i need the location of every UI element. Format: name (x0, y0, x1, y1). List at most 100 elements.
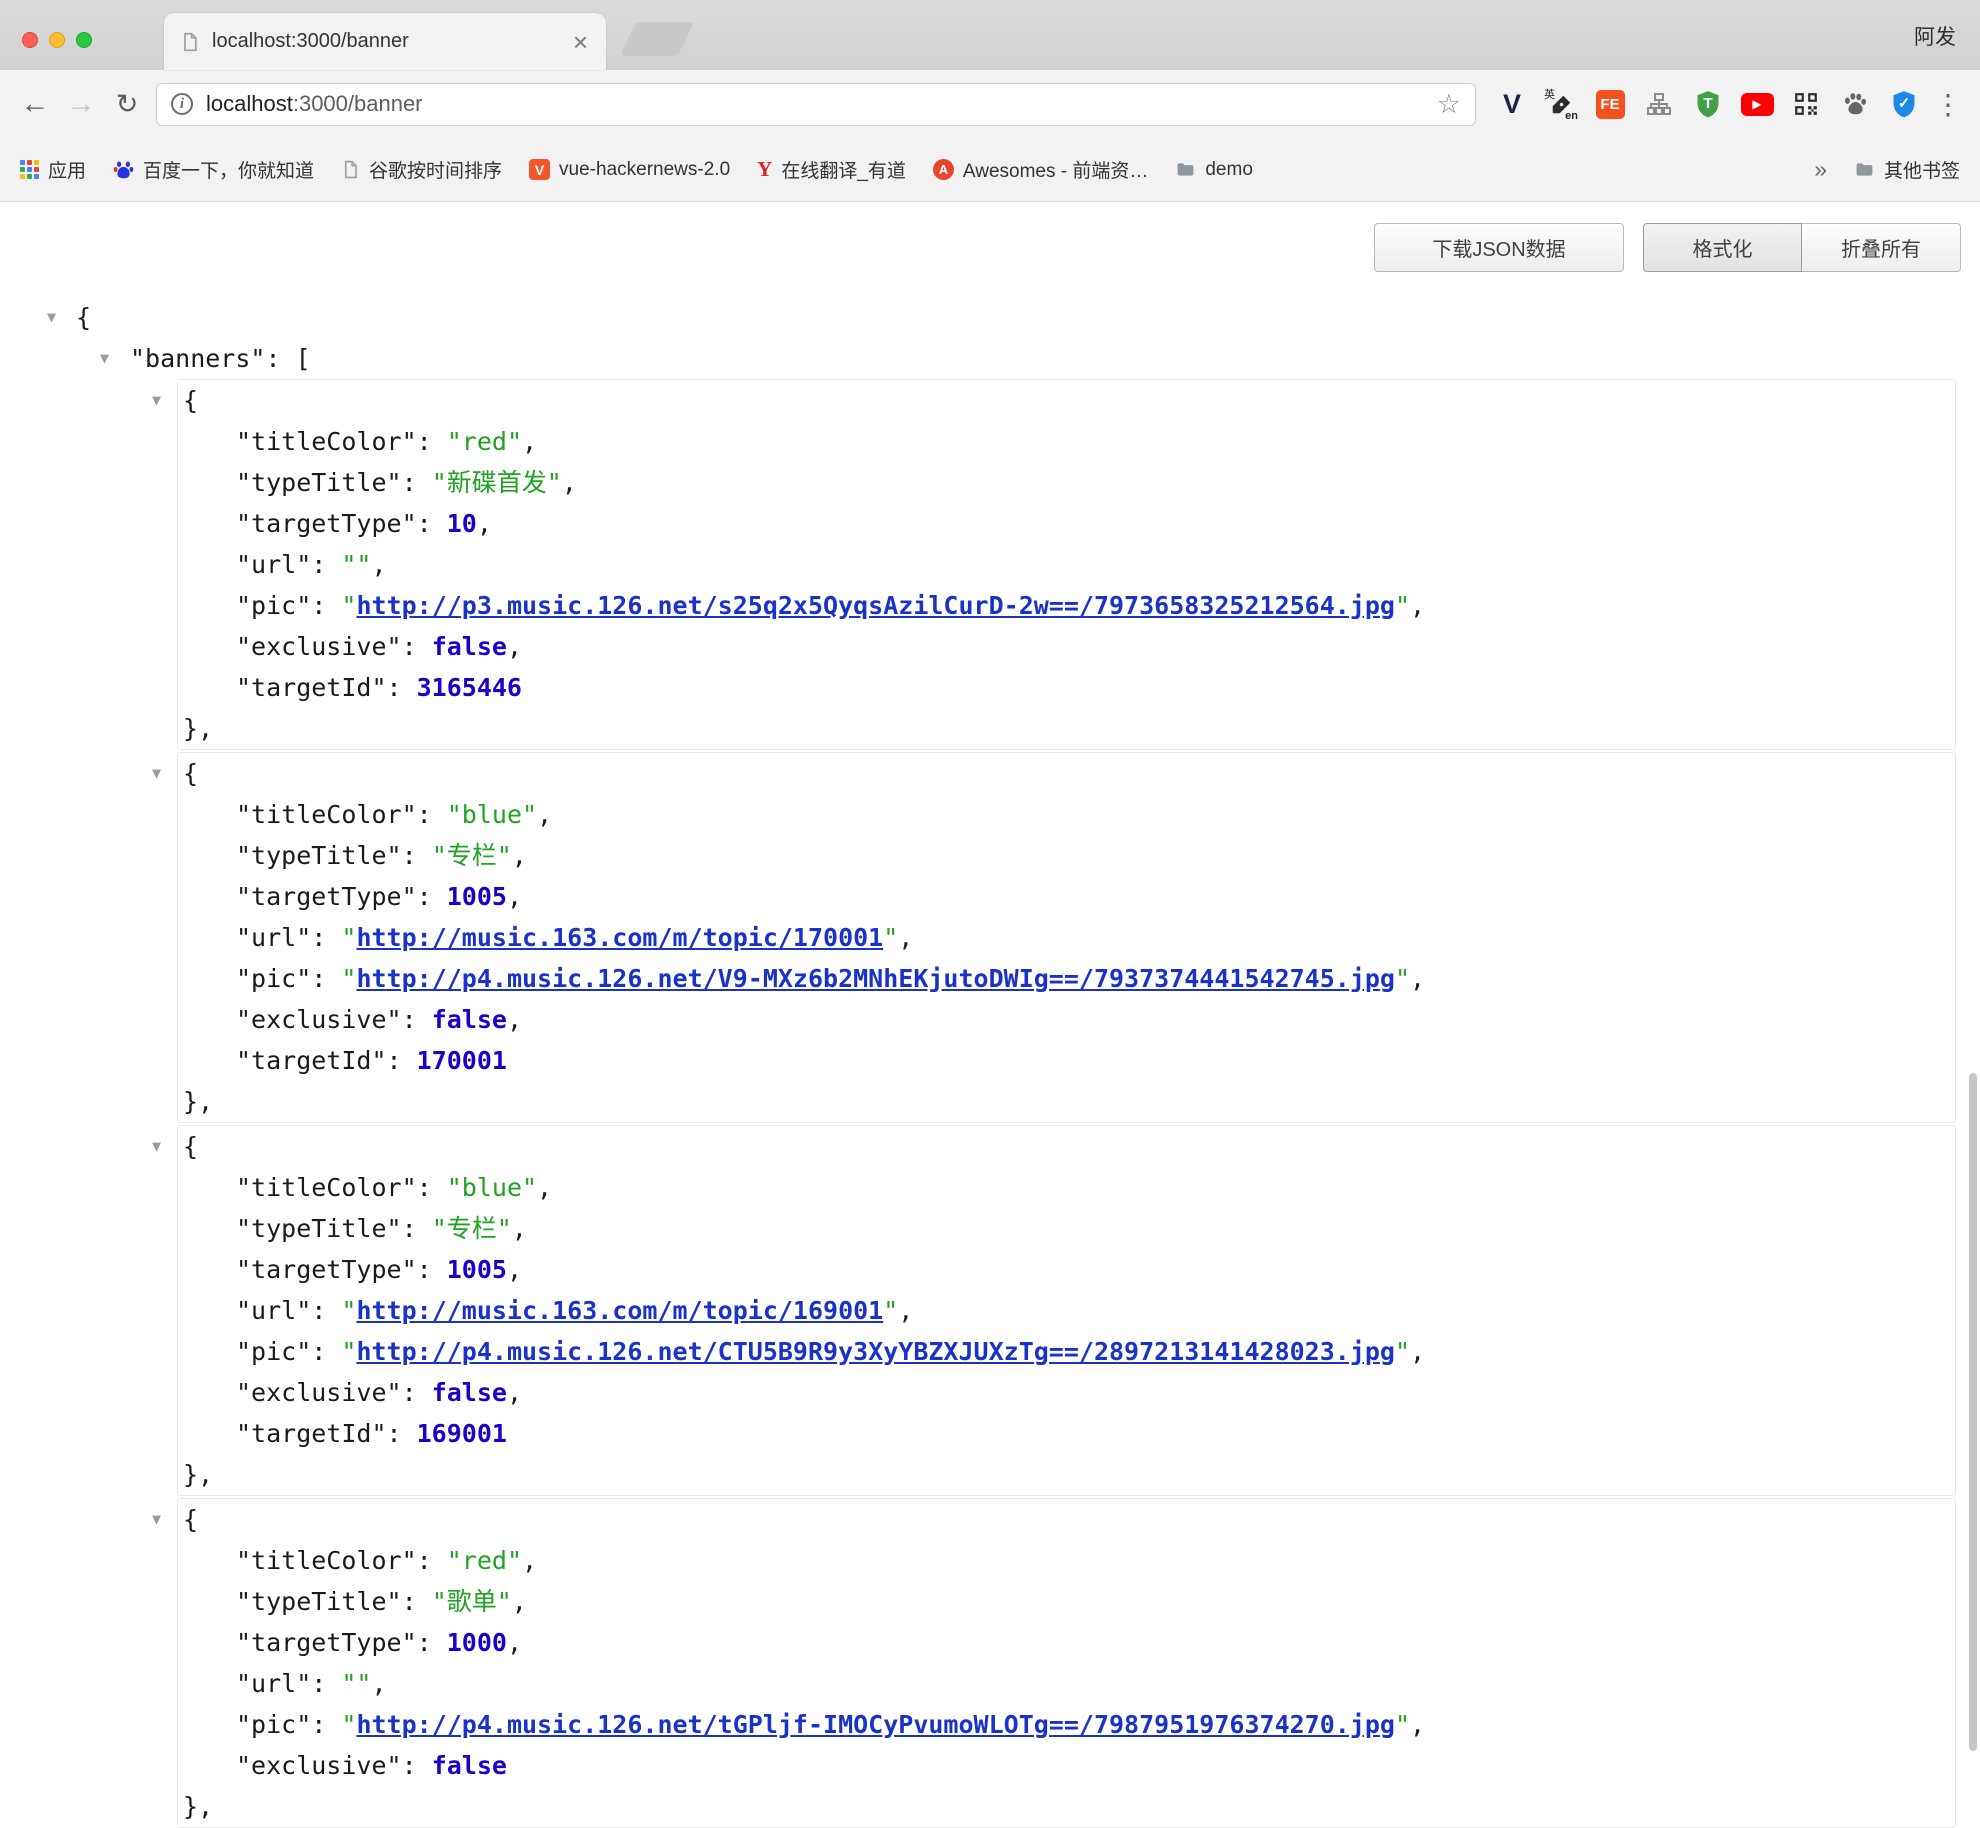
vimium-extension-icon[interactable]: V (1494, 86, 1530, 122)
paw-extension-icon[interactable] (1837, 86, 1873, 122)
json-token: false (432, 1378, 507, 1407)
bookmarks-overflow-icon[interactable]: » (1814, 156, 1827, 183)
json-line: "pic": "http://p4.music.126.net/tGPljf-I… (178, 1704, 1955, 1745)
json-token: { (183, 1132, 198, 1161)
json-token: : (417, 509, 447, 538)
fe-extension-icon[interactable]: FE (1592, 86, 1628, 122)
youtube-icon: ▶ (1741, 93, 1774, 116)
json-token: : (417, 882, 447, 911)
json-token: " (883, 1296, 898, 1325)
bookmark-demo-folder[interactable]: demo (1175, 159, 1253, 181)
json-token: : (311, 1337, 341, 1366)
collapse-triangle-icon[interactable]: ▼ (152, 1126, 161, 1167)
bookmark-baidu[interactable]: 百度一下，你就知道 (113, 156, 314, 183)
json-token: 1005 (447, 1255, 507, 1284)
browser-tab[interactable]: localhost:3000/banner × (164, 13, 606, 70)
collapse-triangle-icon[interactable]: ▼ (152, 380, 161, 421)
json-url-link[interactable]: http://p4.music.126.net/tGPljf-IMOCyPvum… (356, 1710, 1395, 1739)
json-line: "url": "", (178, 1663, 1955, 1704)
play-icon: ▶ (1752, 98, 1761, 110)
json-token: "url" (236, 923, 311, 952)
json-line: "targetType": 1005, (178, 1249, 1955, 1290)
other-bookmarks-label: 其他书签 (1884, 156, 1960, 183)
json-line: ▼{ (0, 297, 1980, 338)
json-url-link[interactable]: http://music.163.com/m/topic/170001 (356, 923, 883, 952)
json-token: { (183, 386, 198, 415)
url-text[interactable]: localhost:3000/banner (206, 91, 1437, 117)
translate-extension-icon[interactable]: 英 en (1543, 86, 1579, 122)
json-line: ▼{ (178, 1499, 1955, 1540)
bookmark-star-icon[interactable]: ☆ (1437, 91, 1461, 118)
trafficlight-extension-icon[interactable]: T (1690, 86, 1726, 122)
back-button[interactable]: ← (12, 90, 58, 119)
bookmark-awesomes[interactable]: A Awesomes - 前端资… (933, 156, 1148, 183)
json-line: "typeTitle": "新碟首发", (178, 462, 1955, 503)
tab-close-icon[interactable]: × (571, 29, 590, 55)
minimize-window-button[interactable] (49, 32, 65, 48)
qrcode-extension-icon[interactable] (1788, 86, 1824, 122)
sitemap-extension-icon[interactable] (1641, 86, 1677, 122)
json-token: "pic" (236, 1337, 311, 1366)
collapse-triangle-icon[interactable]: ▼ (47, 297, 56, 338)
paw-icon (1842, 91, 1868, 117)
bookmark-youdao[interactable]: Y 在线翻译_有道 (757, 156, 906, 183)
reload-button[interactable]: ↻ (104, 91, 150, 118)
scrollbar-thumb[interactable] (1969, 1073, 1977, 1751)
bookmark-apps[interactable]: 应用 (20, 156, 86, 183)
json-url-link[interactable]: http://p3.music.126.net/s25q2x5QyqsAzilC… (356, 591, 1395, 620)
json-token: 1005 (447, 882, 507, 911)
bookmark-google-sort[interactable]: 谷歌按时间排序 (341, 156, 502, 183)
json-token: "targetType" (236, 882, 417, 911)
forward-button[interactable]: → (58, 90, 104, 119)
collapse-all-button[interactable]: 折叠所有 (1802, 223, 1961, 272)
json-token: , (507, 1628, 522, 1657)
security-extension-icon[interactable]: ✓ (1886, 86, 1922, 122)
json-url-link[interactable]: http://p4.music.126.net/V9-MXz6b2MNhEKju… (356, 964, 1395, 993)
view-mode-segment: 格式化 折叠所有 (1643, 223, 1961, 272)
page-content: 下载JSON数据 格式化 折叠所有 ▼{▼"banners": [▼{"titl… (0, 203, 1980, 1754)
bookmark-label: demo (1205, 159, 1253, 181)
json-token: : (402, 1587, 432, 1616)
collapse-triangle-icon[interactable]: ▼ (152, 1499, 161, 1540)
json-token: "exclusive" (236, 1751, 402, 1780)
new-tab-button[interactable] (620, 22, 695, 56)
json-url-link[interactable]: http://p4.music.126.net/CTU5B9R9y3XyYBZX… (356, 1337, 1395, 1366)
json-token: "titleColor" (236, 1546, 417, 1575)
json-url-link[interactable]: http://music.163.com/m/topic/169001 (356, 1296, 883, 1325)
folder-icon (1175, 159, 1196, 180)
bookmark-label: 百度一下，你就知道 (143, 156, 314, 183)
json-object-box: ▼{"titleColor": "blue","typeTitle": "专栏"… (177, 752, 1956, 1123)
json-token: "exclusive" (236, 632, 402, 661)
json-token: : (417, 1546, 447, 1575)
other-bookmarks[interactable]: 其他书签 (1854, 156, 1960, 183)
json-token: "pic" (236, 1710, 311, 1739)
qr-code-icon (1793, 91, 1819, 117)
format-button[interactable]: 格式化 (1643, 223, 1802, 272)
json-token: : (311, 1710, 341, 1739)
zoom-window-button[interactable] (76, 32, 92, 48)
json-token: "targetType" (236, 1628, 417, 1657)
download-json-button[interactable]: 下载JSON数据 (1374, 223, 1624, 272)
json-token: , (507, 1255, 522, 1284)
browser-menu-icon[interactable]: ⋮ (1928, 88, 1968, 121)
json-token: "targetId" (236, 1419, 387, 1448)
bookmark-vue-hackernews[interactable]: V vue-hackernews-2.0 (529, 159, 730, 181)
json-line: "typeTitle": "歌单", (178, 1581, 1955, 1622)
json-line: }, (178, 1081, 1955, 1122)
json-token: , (1410, 1337, 1425, 1366)
page-info-icon[interactable]: i (171, 93, 193, 115)
collapse-triangle-icon[interactable]: ▼ (100, 338, 109, 379)
json-token: "专栏" (432, 1214, 512, 1243)
json-token: "" (341, 1669, 371, 1698)
profile-name[interactable]: 阿发 (1914, 21, 1956, 51)
json-line: "titleColor": "blue", (178, 794, 1955, 835)
address-bar[interactable]: i localhost:3000/banner ☆ (156, 83, 1476, 126)
collapse-triangle-icon[interactable]: ▼ (152, 753, 161, 794)
json-line: "targetType": 1000, (178, 1622, 1955, 1663)
close-window-button[interactable] (22, 32, 38, 48)
json-token: , (522, 427, 537, 456)
json-token: : (417, 1173, 447, 1202)
youtube-extension-icon[interactable]: ▶ (1739, 86, 1775, 122)
json-token: "titleColor" (236, 800, 417, 829)
extensions-toolbar: V 英 en FE T ▶ (1494, 86, 1922, 122)
